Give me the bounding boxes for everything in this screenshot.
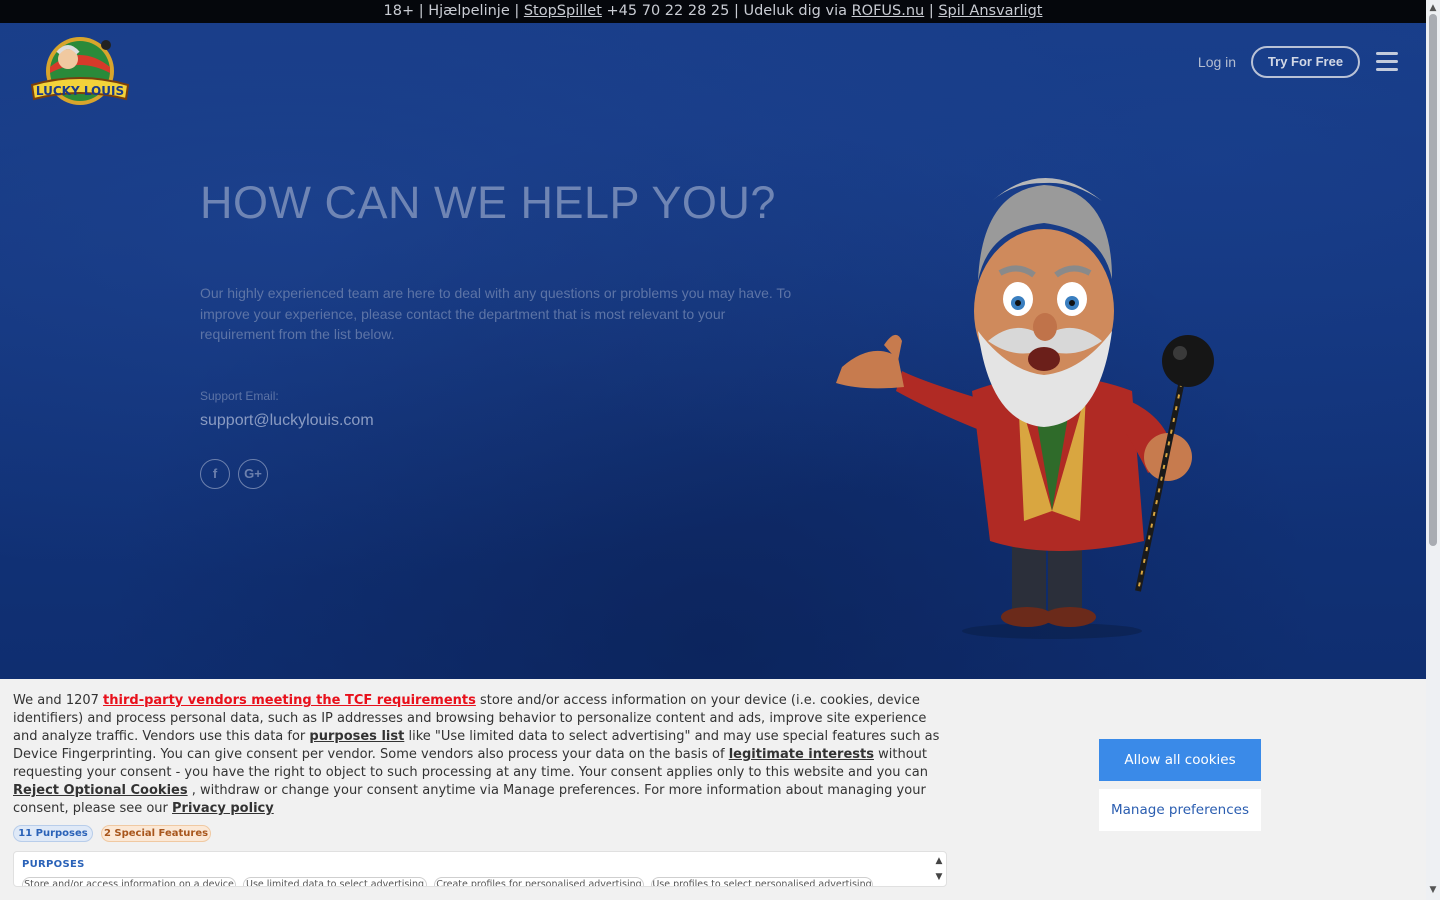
cookie-consent-banner: We and 1207 third-party vendors meeting … <box>0 679 1426 900</box>
try-for-free-button[interactable]: Try For Free <box>1251 46 1360 78</box>
stopspillet-link[interactable]: StopSpillet <box>524 3 602 19</box>
lucky-louis-logo[interactable]: LUCKY LOUIS <box>28 33 132 111</box>
responsible-gaming-link[interactable]: Spil Ansvarligt <box>938 3 1042 19</box>
google-plus-icon[interactable]: G+ <box>238 459 268 489</box>
purposes-heading: PURPOSES <box>22 859 85 870</box>
hamburger-menu-icon[interactable] <box>1376 52 1400 72</box>
hero-section: LUCKY LOUIS Log in Try For Free HOW CAN … <box>0 23 1426 679</box>
support-email-link[interactable]: support@luckylouis.com <box>200 410 460 432</box>
purposes-list-link[interactable]: purposes list <box>309 729 404 744</box>
helpline-text: 18+ | Hjælpelinje | <box>383 3 520 19</box>
rofus-link[interactable]: ROFUS.nu <box>852 3 925 19</box>
special-features-badge[interactable]: 2 Special Features <box>101 825 211 842</box>
allow-all-cookies-button[interactable]: Allow all cookies <box>1099 739 1261 781</box>
scroll-down-arrow-icon[interactable]: ▼ <box>1429 886 1437 895</box>
purpose-chip: Create profiles for personalised adverti… <box>434 877 644 886</box>
login-link[interactable]: Log in <box>1190 51 1244 73</box>
purposes-list-box[interactable]: PURPOSES Store and/or access information… <box>13 851 947 887</box>
manage-preferences-button[interactable]: Manage preferences <box>1099 789 1261 831</box>
purpose-chip: Store and/or access information on a dev… <box>22 877 236 886</box>
vendors-link[interactable]: third-party vendors meeting the TCF requ… <box>103 693 476 708</box>
purpose-chip: Use limited data to select advertising <box>243 877 427 886</box>
legitimate-interests-link[interactable]: legitimate interests <box>729 747 874 762</box>
list-scroll-up-icon[interactable]: ▲ <box>934 856 944 866</box>
privacy-policy-link[interactable]: Privacy policy <box>172 801 274 816</box>
support-email-label: Support Email: <box>200 389 279 403</box>
facebook-icon[interactable]: f <box>200 459 230 489</box>
svg-text:LUCKY LOUIS: LUCKY LOUIS <box>36 84 124 98</box>
intro-text: Our highly experienced team are here to … <box>200 285 792 342</box>
separator: | <box>928 3 934 19</box>
scroll-up-arrow-icon[interactable]: ▲ <box>1429 4 1437 13</box>
phone-text: +45 70 22 28 25 | Udeluk dig via <box>606 3 847 19</box>
page-title: HOW CAN WE HELP YOU? <box>200 177 776 228</box>
cookie-text-part: We and 1207 <box>13 693 99 708</box>
purposes-count-badge[interactable]: 11 Purposes <box>13 825 93 842</box>
cookie-notice-text: We and 1207 third-party vendors meeting … <box>13 692 947 818</box>
list-scroll-down-icon[interactable]: ▼ <box>934 872 944 882</box>
reject-optional-cookies-link[interactable]: Reject Optional Cookies <box>13 783 188 798</box>
responsible-gaming-bar: 18+ | Hjælpelinje | StopSpillet +45 70 2… <box>0 0 1426 23</box>
scroll-thumb[interactable] <box>1429 14 1437 546</box>
mascot-illustration <box>836 178 1214 639</box>
purpose-chip: Use profiles to select personalised adve… <box>651 877 873 886</box>
page-scrollbar[interactable]: ▲ ▼ <box>1426 0 1440 900</box>
